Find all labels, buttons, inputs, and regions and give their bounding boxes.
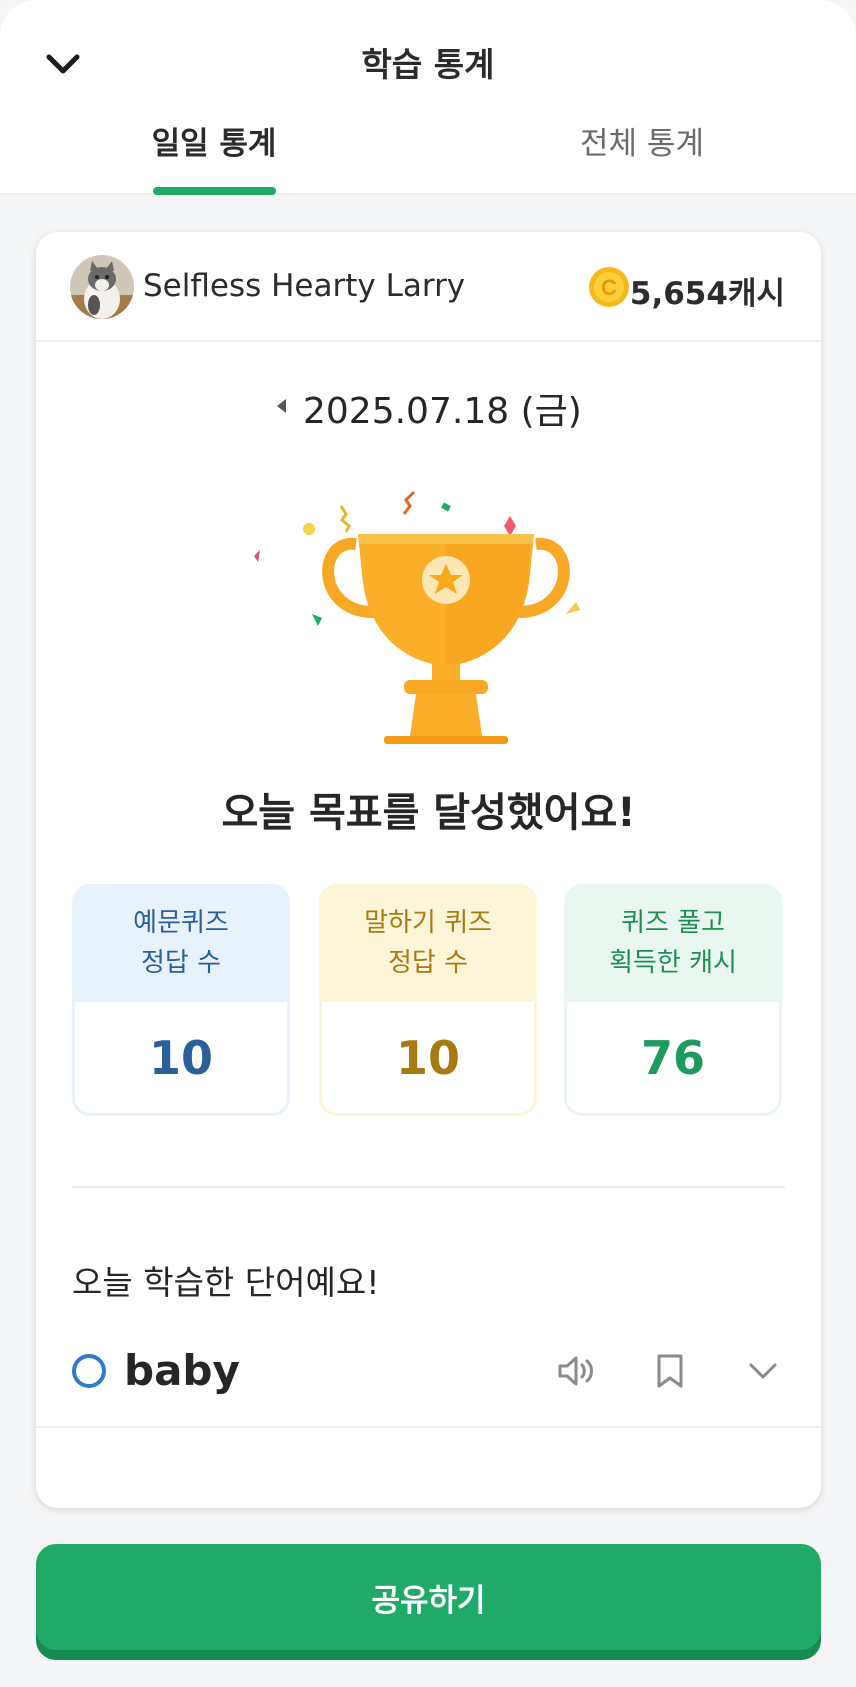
page-title: 학습 통계 [361, 45, 495, 84]
bookmark-icon [657, 1354, 683, 1388]
stat-label-line1: 예문퀴즈 [133, 908, 229, 938]
svg-text:C: C [601, 275, 617, 300]
current-date: 2025.07.18 (금) [303, 391, 582, 432]
stats-card: Selfless Hearty Larry C 5,654캐시 2025.07.… [36, 232, 821, 1508]
stat-value: 10 [75, 1002, 287, 1113]
tab-total-stats[interactable]: 전체 통계 [428, 118, 856, 163]
word-text: baby [124, 1346, 240, 1395]
avatar [70, 255, 134, 319]
header: 학습 통계 일일 통계 전체 통계 [0, 0, 856, 195]
bookmark-button[interactable] [647, 1348, 693, 1394]
words-section-title: 오늘 학습한 단어예요! [72, 1263, 380, 1302]
goal-achieved-message: 오늘 목표를 달성했어요! [221, 790, 636, 836]
user-row: Selfless Hearty Larry C 5,654캐시 [36, 232, 821, 342]
stat-value: 10 [322, 1002, 534, 1113]
pronounce-button[interactable] [554, 1348, 600, 1394]
correct-circle-icon [72, 1354, 106, 1388]
username: Selfless Hearty Larry [143, 268, 466, 304]
share-button[interactable]: 공유하기 [36, 1544, 821, 1650]
active-tab-indicator [153, 187, 276, 195]
word-list-item[interactable]: baby [36, 1312, 821, 1428]
trophy-icon [254, 490, 580, 744]
stat-label-line2: 획득한 캐시 [609, 948, 737, 978]
tab-daily-stats[interactable]: 일일 통계 [0, 118, 428, 163]
stat-example-quiz: 예문퀴즈 정답 수 10 [72, 884, 290, 1116]
coin-icon: C [589, 267, 629, 307]
stat-speaking-quiz: 말하기 퀴즈 정답 수 10 [319, 884, 537, 1116]
date-selector: 2025.07.18 (금) [36, 380, 821, 432]
prev-date-button[interactable] [266, 388, 296, 424]
cash-balance: 5,654캐시 [629, 276, 785, 312]
stat-value: 76 [567, 1002, 779, 1113]
caret-left-icon [277, 399, 286, 413]
cat-avatar-icon [70, 255, 134, 319]
expand-word-button[interactable] [740, 1348, 786, 1394]
stat-label-line2: 정답 수 [387, 948, 469, 978]
chevron-down-icon [749, 1363, 777, 1379]
trophy-illustration [246, 484, 646, 744]
stat-label-line1: 말하기 퀴즈 [364, 908, 492, 938]
divider [72, 1186, 785, 1188]
speaker-icon [558, 1356, 593, 1386]
stat-earned-cash: 퀴즈 풀고 획득한 캐시 76 [564, 884, 782, 1116]
stat-label-line2: 정답 수 [140, 948, 222, 978]
stat-label-line1: 퀴즈 풀고 [621, 908, 725, 938]
